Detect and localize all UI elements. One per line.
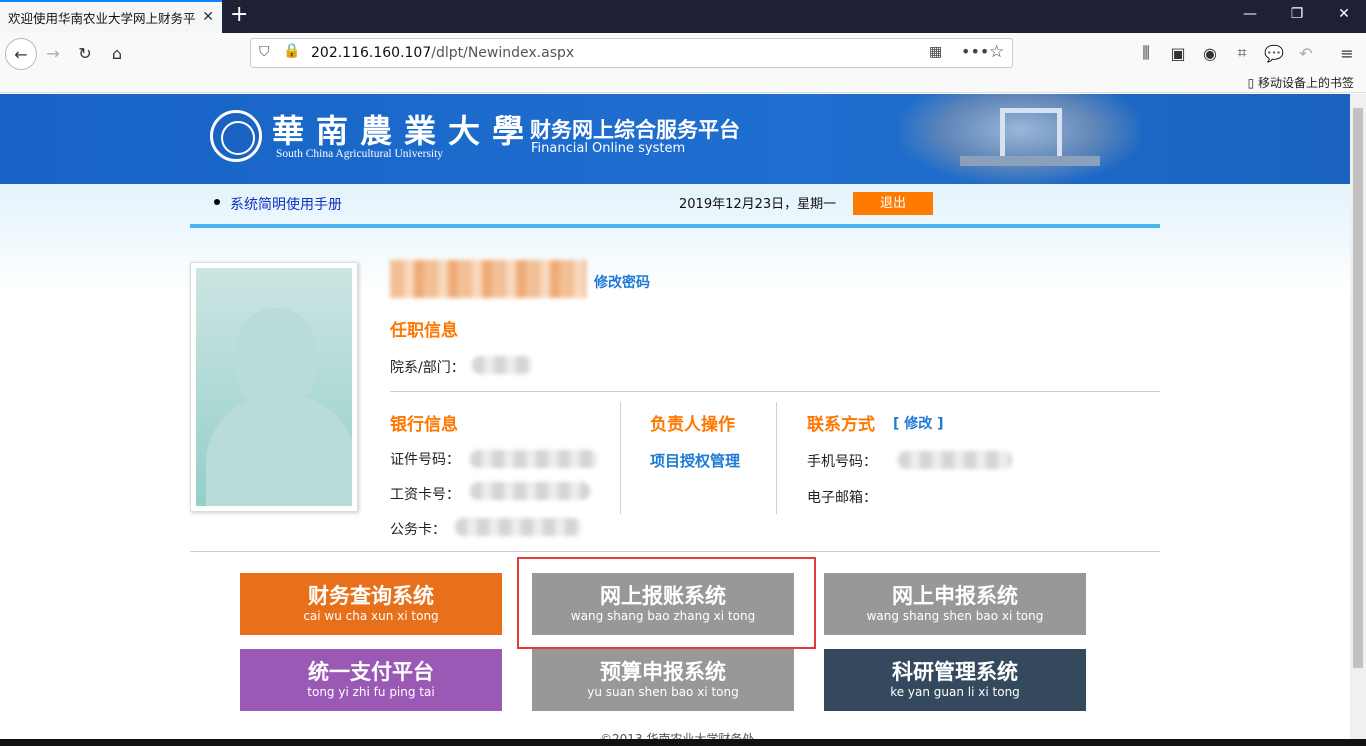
- platform-title: 财务网上综合服务平台: [530, 118, 740, 142]
- phone-redacted: [898, 451, 1012, 469]
- official-card-label: 公务卡：: [390, 522, 446, 538]
- library-icon[interactable]: ⫼: [1135, 42, 1157, 64]
- column-divider-2: [776, 402, 777, 514]
- reload-icon[interactable]: ↻: [74, 42, 96, 64]
- page-viewport: 華南農業大學 South China Agricultural Universi…: [0, 94, 1350, 746]
- restore-icon[interactable]: ❐: [1287, 6, 1307, 22]
- user-manual-link[interactable]: 系统简明使用手册: [230, 194, 342, 214]
- browser-navbar: ← → ↻ ⌂ ⛉ 🔒 202.116.160.107/dlpt/Newinde…: [0, 33, 1366, 73]
- os-taskbar: [0, 739, 1366, 746]
- back-icon[interactable]: ←: [5, 38, 37, 70]
- silhouette-body: [206, 393, 352, 506]
- insecure-lock-icon[interactable]: 🔒: [283, 43, 300, 59]
- system-button-budget-declaration[interactable]: 预算申报系统 yu suan shen bao xi tong: [532, 649, 794, 711]
- system-button-research-management[interactable]: 科研管理系统 ke yan guan li xi tong: [824, 649, 1086, 711]
- bank-info-title: 银行信息: [390, 415, 458, 435]
- browser-titlebar: 欢迎使用华南农业大学网上财务平台 ✕ + — ❐ ✕: [0, 0, 1366, 33]
- salary-card-redacted: [470, 482, 590, 500]
- system-pinyin-label: tong yi zhi fu ping tai: [307, 685, 435, 699]
- phone-label: 手机号码：: [807, 454, 877, 470]
- bookmarks-bar: ▯ 移动设备上的书签: [0, 73, 1366, 93]
- header-banner: 華南農業大學 South China Agricultural Universi…: [0, 94, 1350, 184]
- employment-info-title: 任职信息: [390, 321, 458, 341]
- contact-edit-link[interactable]: [ 修改 ]: [893, 413, 944, 433]
- shield-icon[interactable]: ⛉: [259, 44, 270, 60]
- tab-close-icon[interactable]: ✕: [202, 9, 214, 25]
- mobile-bookmarks[interactable]: ▯ 移动设备上的书签: [1248, 74, 1354, 91]
- change-password-link[interactable]: 修改密码: [594, 272, 650, 292]
- id-number-redacted: [470, 450, 598, 468]
- system-cn-label: 统一支付平台: [308, 660, 434, 684]
- system-cn-label: 财务查询系统: [308, 584, 434, 608]
- home-icon[interactable]: ⌂: [106, 42, 128, 64]
- platform-subtitle: Financial Online system: [531, 141, 686, 156]
- system-button-online-declaration[interactable]: 网上申报系统 wang shang shen bao xi tong: [824, 573, 1086, 635]
- vertical-scrollbar[interactable]: [1350, 94, 1366, 746]
- system-button-unified-payment[interactable]: 统一支付平台 tong yi zhi fu ping tai: [240, 649, 502, 711]
- tab-title: 欢迎使用华南农业大学网上财务平台: [8, 11, 196, 26]
- official-card-redacted: [455, 518, 581, 536]
- system-pinyin-label: yu suan shen bao xi tong: [587, 685, 739, 699]
- bookmark-star-icon[interactable]: ☆: [989, 42, 1004, 62]
- photo-placeholder: [196, 268, 352, 506]
- forward-icon[interactable]: →: [42, 42, 64, 64]
- system-cn-label: 预算申报系统: [600, 660, 726, 684]
- project-auth-link[interactable]: 项目授权管理: [650, 450, 740, 471]
- department-label: 院系/部门：: [390, 360, 465, 376]
- university-seal-icon: [210, 110, 262, 162]
- logo-english: South China Agricultural University: [276, 148, 444, 160]
- current-date: 2019年12月23日，星期一: [679, 197, 837, 212]
- bullet-icon: [214, 199, 220, 205]
- id-number-label: 证件号码：: [390, 452, 460, 468]
- url-bar[interactable]: ⛉ 🔒 202.116.160.107/dlpt/Newindex.aspx ▦…: [250, 38, 1013, 68]
- column-divider-1: [620, 402, 621, 514]
- minimize-icon[interactable]: —: [1240, 6, 1260, 22]
- menu-icon[interactable]: ≡: [1336, 42, 1358, 64]
- system-pinyin-label: ke yan guan li xi tong: [890, 685, 1020, 699]
- selection-highlight: [517, 557, 816, 649]
- screenshot-icon[interactable]: ⌗: [1231, 42, 1253, 64]
- window-close-icon[interactable]: ✕: [1334, 6, 1354, 22]
- systems-divider: [190, 551, 1160, 552]
- system-pinyin-label: cai wu cha xun xi tong: [303, 609, 439, 623]
- info-bar: 系统简明使用手册 2019年12月23日，星期一 退出: [190, 184, 1160, 228]
- user-name-redacted: [390, 260, 586, 298]
- leader-operations-title: 负责人操作: [650, 415, 735, 435]
- page-actions-icon[interactable]: •••: [961, 42, 989, 61]
- account-icon[interactable]: ◉: [1199, 42, 1221, 64]
- url-text[interactable]: 202.116.160.107/dlpt/Newindex.aspx: [311, 45, 574, 61]
- logo-chinese: 華南農業大學: [272, 112, 537, 150]
- undo-icon[interactable]: ↶: [1295, 42, 1317, 64]
- building-base: [960, 156, 1100, 166]
- system-cn-label: 科研管理系统: [892, 660, 1018, 684]
- sidebar-icon[interactable]: ▣: [1167, 42, 1189, 64]
- system-button-finance-query[interactable]: 财务查询系统 cai wu cha xun xi tong: [240, 573, 502, 635]
- qr-code-icon[interactable]: ▦: [929, 44, 942, 60]
- email-label: 电子邮箱：: [807, 490, 877, 506]
- salary-card-label: 工资卡号：: [390, 487, 460, 503]
- system-cn-label: 网上申报系统: [892, 584, 1018, 608]
- scrollbar-thumb[interactable]: [1353, 108, 1363, 668]
- department-value-redacted: [472, 356, 532, 374]
- building-frame: [1000, 108, 1062, 158]
- user-photo: [190, 262, 358, 512]
- browser-tab[interactable]: 欢迎使用华南农业大学网上财务平台 ✕: [0, 0, 222, 33]
- logout-button[interactable]: 退出: [853, 192, 933, 215]
- system-pinyin-label: wang shang shen bao xi tong: [866, 609, 1044, 623]
- chat-icon[interactable]: 💬: [1263, 42, 1285, 64]
- contact-title: 联系方式: [807, 415, 875, 435]
- new-tab-icon[interactable]: +: [230, 4, 248, 26]
- section-divider: [390, 391, 1160, 392]
